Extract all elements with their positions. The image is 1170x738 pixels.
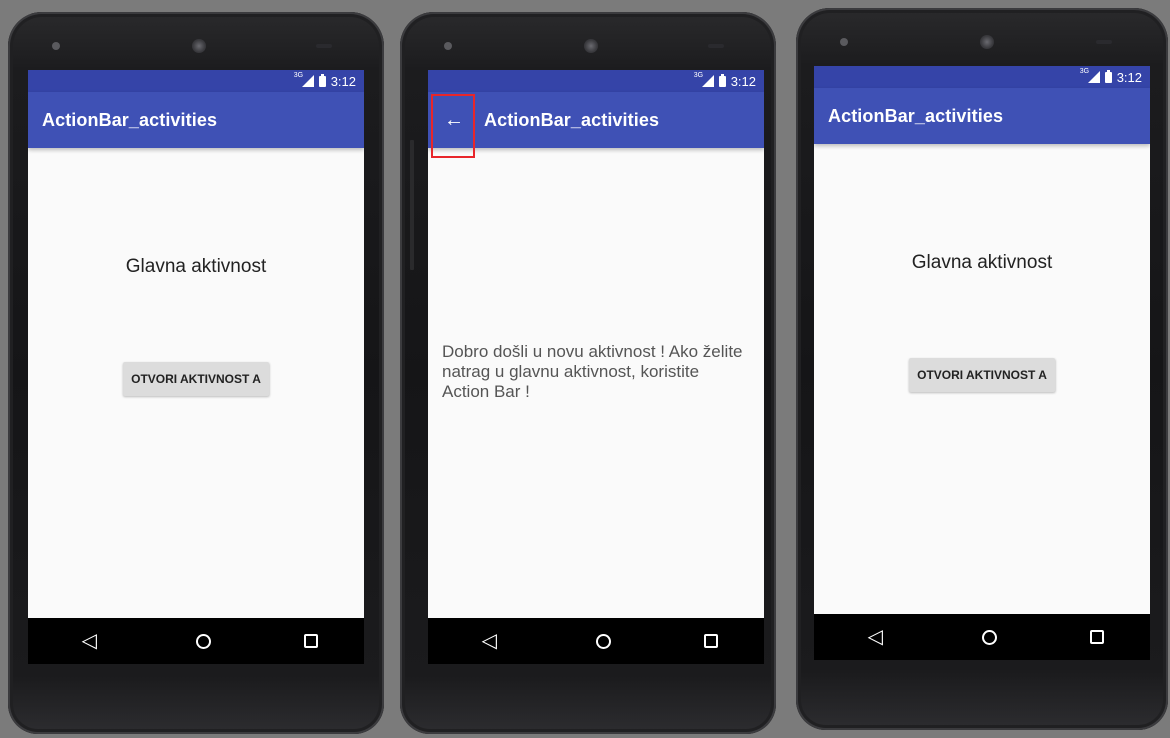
screen-activity-a: 3G 3:12 ← ActionBar_activities Dobro doš…: [428, 70, 764, 664]
front-led-icon: [840, 38, 848, 46]
main-heading: Glavna aktivnost: [911, 252, 1053, 273]
proximity-sensor-icon: [1096, 40, 1112, 44]
phone-frame-2: 3G 3:12 ← ActionBar_activities Dobro doš…: [400, 12, 776, 734]
navigation-bar: ◁: [28, 618, 364, 664]
front-camera-icon: [980, 35, 994, 49]
proximity-sensor-icon: [708, 44, 724, 48]
proximity-sensor-icon: [316, 44, 332, 48]
status-bar: 3G 3:12: [814, 66, 1150, 88]
navigation-bar: ◁: [428, 618, 764, 664]
signal-icon: 3G: [694, 72, 714, 87]
action-bar: ← ActionBar_activities: [428, 92, 764, 148]
battery-icon: [718, 73, 726, 87]
back-button-highlight: [431, 94, 475, 158]
status-bar: 3G 3:12: [428, 70, 764, 92]
app-title: ActionBar_activities: [484, 109, 660, 130]
signal-icon: 3G: [294, 72, 314, 87]
home-circle-icon[interactable]: [982, 629, 998, 645]
screen-main-activity: 3G 3:12 ActionBar_activities Glavna akti…: [28, 70, 364, 664]
screen-main-activity-return: 3G 3:12 ActionBar_activities Glavna akti…: [814, 66, 1150, 660]
recents-square-icon[interactable]: [1089, 630, 1104, 644]
status-bar: 3G 3:12: [28, 70, 364, 92]
home-circle-icon[interactable]: [596, 633, 612, 649]
front-camera-icon: [584, 39, 598, 53]
action-bar: ActionBar_activities: [814, 88, 1150, 144]
network-type-label: 3G: [1079, 68, 1090, 75]
status-time: 3:12: [1116, 69, 1142, 85]
recents-square-icon[interactable]: [703, 634, 718, 648]
welcome-text: Dobro došli u novu aktivnost ! Ako želit…: [442, 342, 743, 401]
network-type-label: 3G: [293, 72, 304, 79]
status-time: 3:12: [730, 73, 756, 89]
side-button: [410, 140, 414, 270]
open-activity-a-button[interactable]: OTVORI AKTIVNOST A: [123, 362, 269, 396]
back-triangle-icon[interactable]: ◁: [474, 631, 504, 651]
app-title: ActionBar_activities: [42, 109, 218, 130]
navigation-bar: ◁: [814, 614, 1150, 660]
action-bar: ActionBar_activities: [28, 92, 364, 148]
signal-icon: 3G: [1080, 68, 1100, 83]
home-circle-icon[interactable]: [196, 633, 212, 649]
main-heading: Glavna aktivnost: [125, 256, 267, 277]
phone-frame-3: 3G 3:12 ActionBar_activities Glavna akti…: [796, 8, 1168, 730]
status-time: 3:12: [330, 73, 356, 89]
recents-square-icon[interactable]: [303, 634, 318, 648]
front-led-icon: [52, 42, 60, 50]
back-triangle-icon[interactable]: ◁: [74, 631, 104, 651]
front-camera-icon: [192, 39, 206, 53]
network-type-label: 3G: [693, 72, 704, 79]
front-led-icon: [444, 42, 452, 50]
battery-icon: [318, 73, 326, 87]
app-title: ActionBar_activities: [828, 105, 1004, 126]
open-activity-a-button[interactable]: OTVORI AKTIVNOST A: [909, 358, 1055, 392]
back-triangle-icon[interactable]: ◁: [860, 627, 890, 647]
battery-icon: [1104, 69, 1112, 83]
phone-frame-1: 3G 3:12 ActionBar_activities Glavna akti…: [8, 12, 384, 734]
